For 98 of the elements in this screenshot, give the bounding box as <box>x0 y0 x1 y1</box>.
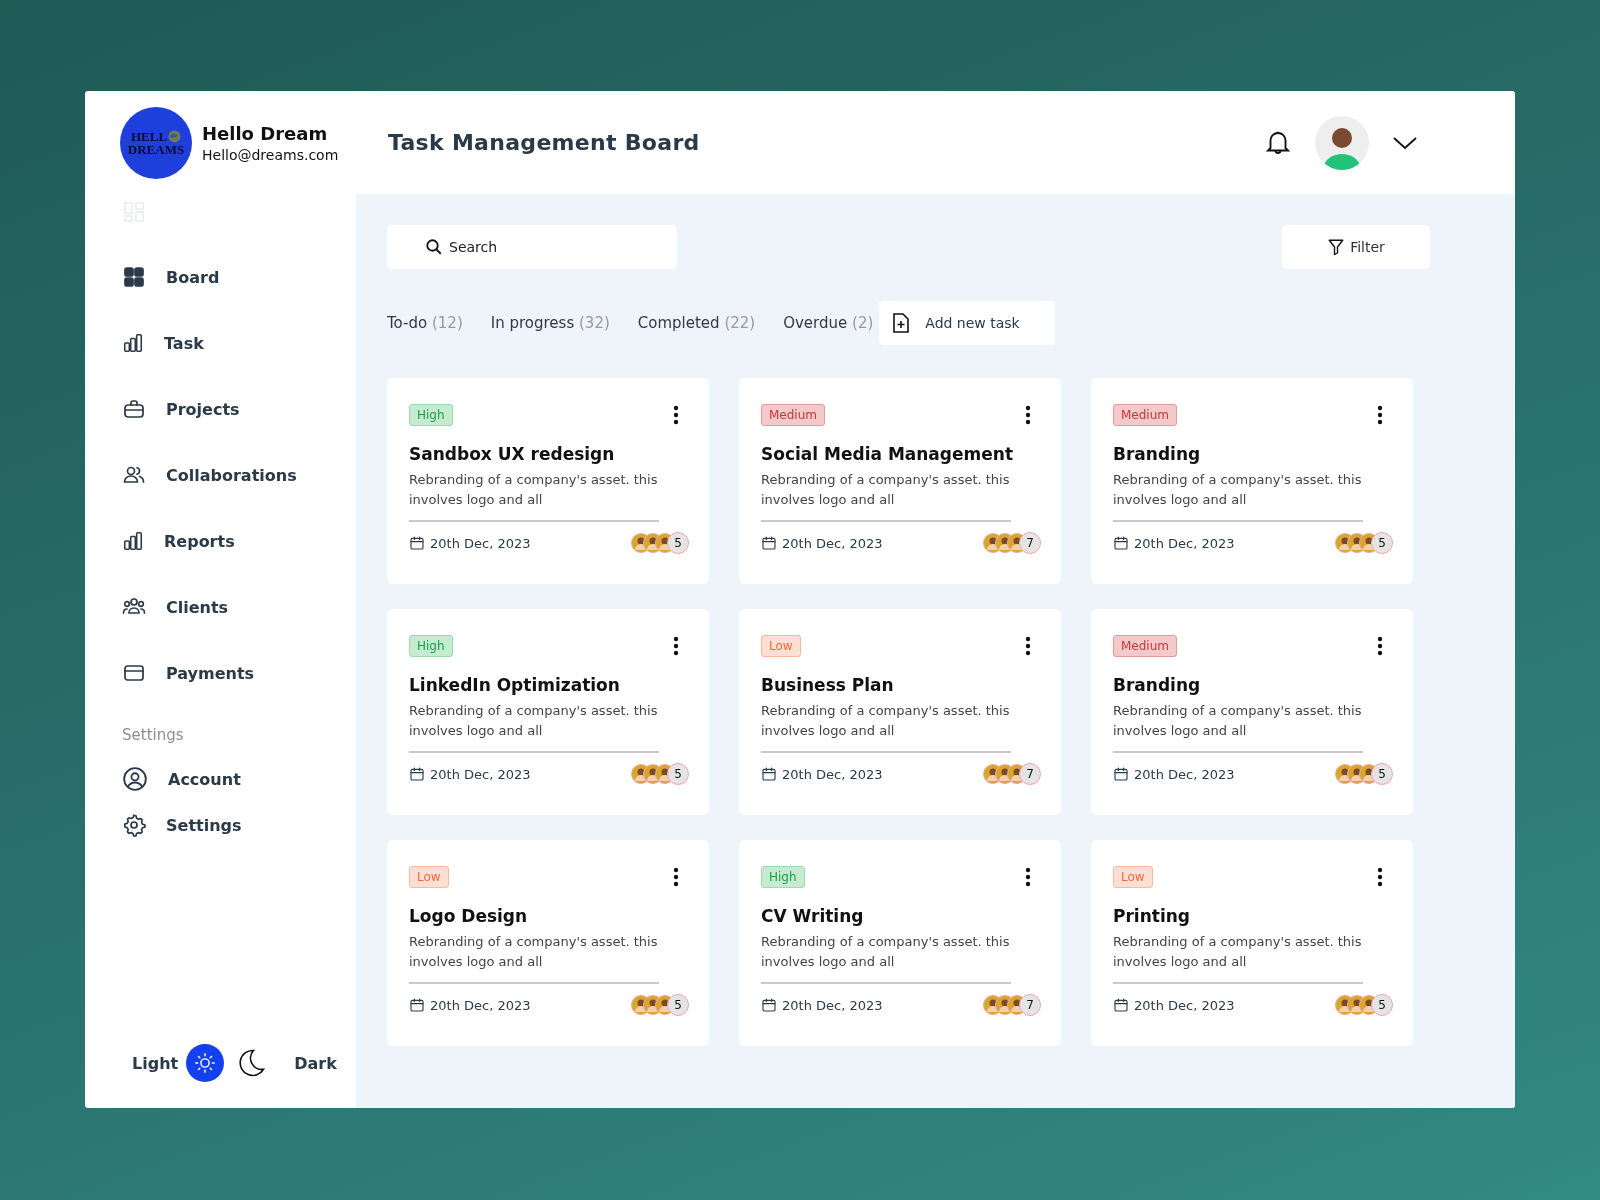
due-date: 20th Dec, 2023 <box>782 535 883 551</box>
light-mode-button[interactable] <box>186 1044 225 1082</box>
due-date: 20th Dec, 2023 <box>1134 997 1235 1013</box>
member-count: 5 <box>1371 994 1393 1016</box>
member-count: 5 <box>1371 763 1393 785</box>
calendar-icon <box>1113 997 1129 1013</box>
task-title: Branding <box>1113 444 1202 464</box>
tab[interactable]: Overdue (2) <box>783 314 874 332</box>
priority-tag: Medium <box>761 404 825 426</box>
priority-tag: Low <box>409 866 449 888</box>
add-task-button[interactable]: Add new task <box>879 301 1056 345</box>
filter-icon <box>1327 237 1346 257</box>
priority-tag: Low <box>761 635 801 657</box>
priority-tag: High <box>409 635 453 657</box>
settings-icon <box>122 813 146 837</box>
task-title: Business Plan <box>761 675 895 695</box>
nav-item[interactable]: Projects <box>122 376 322 442</box>
calendar-icon <box>1113 766 1129 782</box>
calendar-icon <box>761 766 777 782</box>
priority-tag: Low <box>1113 866 1153 888</box>
nav-item[interactable]: Collaborations <box>122 442 322 508</box>
filter-button[interactable]: Filter <box>1282 225 1430 269</box>
task-description: Rebranding of a company's asset. this involves logo and all <box>409 470 659 522</box>
add-file-icon <box>891 312 912 334</box>
nav-item[interactable]: Settings <box>122 802 322 848</box>
more-options-icon[interactable] <box>1375 405 1385 425</box>
bar-chart-icon <box>122 332 144 354</box>
task-description: Rebranding of a company's asset. this involves logo and all <box>761 701 1011 753</box>
task-description: Rebranding of a company's asset. this involves logo and all <box>761 470 1011 522</box>
task-title: Logo Design <box>409 906 529 926</box>
search-icon <box>425 238 443 256</box>
grid-icon <box>122 265 146 289</box>
calendar-icon <box>409 997 425 1013</box>
member-count: 5 <box>1371 532 1393 554</box>
calendar-icon <box>409 535 425 551</box>
member-count: 7 <box>1019 994 1041 1016</box>
search-field[interactable]: Search <box>387 225 677 269</box>
briefcase-icon <box>122 397 146 421</box>
priority-tag: High <box>409 404 453 426</box>
member-count: 7 <box>1019 532 1041 554</box>
more-options-icon[interactable] <box>671 636 681 656</box>
due-date: 20th Dec, 2023 <box>430 535 531 551</box>
calendar-icon <box>761 535 777 551</box>
task-title: Sandbox UX redesign <box>409 444 616 464</box>
due-date: 20th Dec, 2023 <box>782 766 883 782</box>
user-name: Hello Dream <box>202 122 329 144</box>
due-date: 20th Dec, 2023 <box>1134 766 1235 782</box>
task-title: CV Writing <box>761 906 865 926</box>
task-title: Social Media Management <box>761 444 1014 464</box>
account-icon <box>122 766 148 792</box>
task-title: LinkedIn Optimization <box>409 675 621 695</box>
due-date: 20th Dec, 2023 <box>782 997 883 1013</box>
priority-tag: High <box>761 866 805 888</box>
priority-tag: Medium <box>1113 635 1177 657</box>
member-count: 5 <box>667 994 689 1016</box>
due-date: 20th Dec, 2023 <box>430 766 531 782</box>
nav-item[interactable]: Reports <box>122 508 322 574</box>
sun-icon <box>194 1052 217 1074</box>
more-options-icon[interactable] <box>671 405 681 425</box>
nav-item[interactable]: Clients <box>122 574 322 640</box>
more-options-icon[interactable] <box>671 867 681 887</box>
user-email: Hello@dreams.com <box>202 146 339 163</box>
nav-item[interactable]: Account <box>122 756 322 802</box>
task-title: Branding <box>1113 675 1202 695</box>
more-options-icon[interactable] <box>1023 867 1033 887</box>
task-description: Rebranding of a company's asset. this involves logo and all <box>761 932 1011 984</box>
more-options-icon[interactable] <box>1375 867 1385 887</box>
tab[interactable]: Completed (22) <box>637 314 756 332</box>
more-options-icon[interactable] <box>1023 636 1033 656</box>
task-title: Printing <box>1113 906 1191 926</box>
member-count: 5 <box>667 532 689 554</box>
calendar-icon <box>1113 535 1129 551</box>
due-date: 20th Dec, 2023 <box>1134 535 1235 551</box>
tab[interactable]: To-do (12) <box>387 314 463 332</box>
task-description: Rebranding of a company's asset. this involves logo and all <box>1113 932 1363 984</box>
tab[interactable]: In progress (32) <box>490 314 610 332</box>
task-description: Rebranding of a company's asset. this involves logo and all <box>1113 701 1363 753</box>
member-count: 5 <box>667 763 689 785</box>
more-options-icon[interactable] <box>1375 636 1385 656</box>
section-heading: Settings <box>122 726 185 744</box>
nav-item[interactable]: Board <box>122 244 322 310</box>
bar-chart-icon <box>122 530 144 552</box>
due-date: 20th Dec, 2023 <box>430 997 531 1013</box>
logo: HELL DREAMS <box>120 106 192 179</box>
moon-icon <box>236 1048 267 1078</box>
task-description: Rebranding of a company's asset. this involves logo and all <box>409 932 659 984</box>
calendar-icon <box>761 997 777 1013</box>
task-description: Rebranding of a company's asset. this involves logo and all <box>1113 470 1363 522</box>
more-options-icon[interactable] <box>1023 405 1033 425</box>
page-title: Task Management Board <box>388 130 701 155</box>
member-count: 7 <box>1019 763 1041 785</box>
theme-label: Light <box>132 1053 179 1073</box>
calendar-icon <box>409 766 425 782</box>
theme-label: Dark <box>294 1053 337 1073</box>
priority-tag: Medium <box>1113 404 1177 426</box>
task-description: Rebranding of a company's asset. this involves logo and all <box>409 701 659 753</box>
nav-item[interactable]: Payments <box>122 640 322 706</box>
nav-item[interactable]: Task <box>122 310 322 376</box>
